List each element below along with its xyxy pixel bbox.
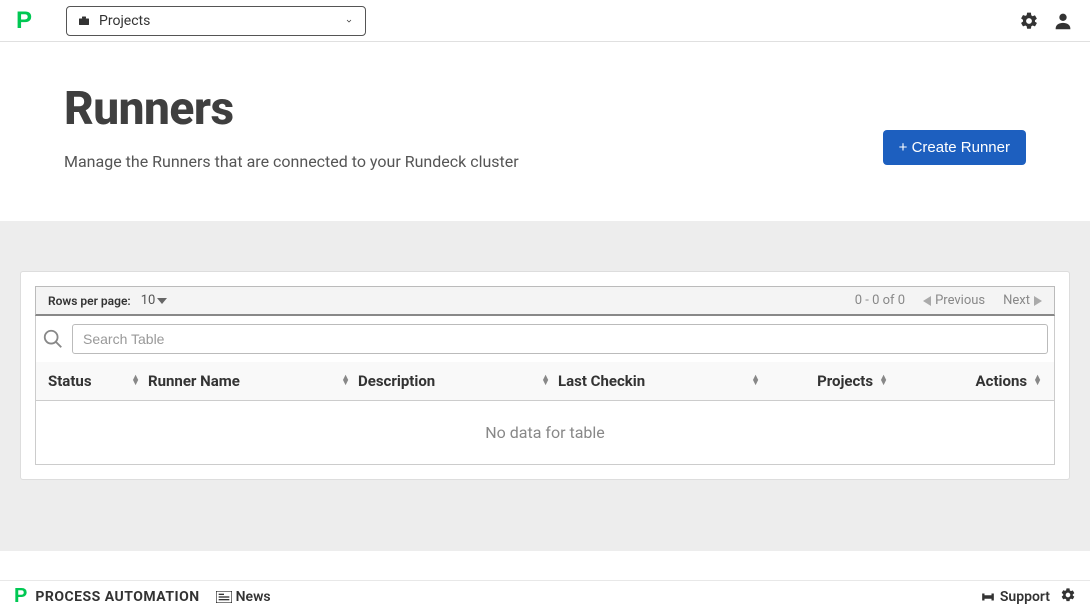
search-input[interactable] [72,324,1048,354]
previous-button[interactable]: Previous [923,293,985,308]
create-runner-button[interactable]: + Create Runner [883,130,1026,165]
sort-icon: ▲▼ [541,376,550,386]
rows-per-page-value: 10 [141,293,156,308]
column-header-last-checkin[interactable]: Last Checkin ▲▼ [558,372,768,390]
empty-state: No data for table [35,401,1055,465]
pagination-range: 0 - 0 of 0 [855,293,905,308]
news-icon [216,591,232,603]
next-label: Next [1003,293,1030,308]
top-bar: P Projects [0,0,1090,42]
rows-per-page-label: Rows per page: [48,294,131,308]
footer-brand: PROCESS AUTOMATION [35,589,199,605]
sort-icon: ▲▼ [879,376,888,386]
news-label: News [236,589,271,605]
support-link[interactable]: Support [980,589,1050,605]
sort-icon: ▲▼ [131,376,140,386]
page-title: Runners [64,82,883,136]
column-header-actions[interactable]: Actions ▲▼ [888,372,1042,390]
sort-icon: ▲▼ [341,376,350,386]
search-icon [42,328,64,350]
content-section: Rows per page: 10 0 - 0 of 0 Previous Ne… [0,221,1090,551]
gear-icon [1019,11,1039,31]
column-header-status[interactable]: Status ▲▼ [48,372,148,390]
sort-icon: ▲▼ [751,376,760,386]
projects-dropdown[interactable]: Projects [66,6,366,36]
search-row [35,316,1055,362]
settings-button[interactable] [1018,10,1040,32]
projects-label: Projects [99,13,150,29]
user-icon [1052,10,1074,32]
column-header-projects[interactable]: Projects ▲▼ [768,372,888,390]
caret-right-icon [1034,296,1042,306]
user-button[interactable] [1052,10,1074,32]
support-icon [980,590,996,604]
caret-left-icon [923,296,931,306]
column-header-runner-name[interactable]: Runner Name ▲▼ [148,372,358,390]
caret-down-icon [157,298,167,304]
runners-table-card: Rows per page: 10 0 - 0 of 0 Previous Ne… [20,271,1070,480]
footer-settings-button[interactable] [1060,587,1076,607]
briefcase-icon [77,15,91,27]
previous-label: Previous [935,293,985,308]
page-subtitle: Manage the Runners that are connected to… [64,152,883,171]
chevron-down-icon [343,17,355,25]
header-section: Runners Manage the Runners that are conn… [0,42,1090,221]
footer-logo-icon: P [14,585,27,608]
support-label: Support [1000,589,1050,605]
gear-icon [1060,587,1076,603]
rows-per-page-selector[interactable]: 10 [141,293,168,308]
sort-icon: ▲▼ [1033,376,1042,386]
next-button[interactable]: Next [1003,293,1042,308]
table-toolbar: Rows per page: 10 0 - 0 of 0 Previous Ne… [35,286,1055,316]
logo-icon: P [16,7,32,35]
news-link[interactable]: News [216,589,271,605]
column-header-description[interactable]: Description ▲▼ [358,372,558,390]
footer-bar: P PROCESS AUTOMATION News Support [0,580,1090,612]
table-header-row: Status ▲▼ Runner Name ▲▼ Description ▲▼ … [35,362,1055,401]
